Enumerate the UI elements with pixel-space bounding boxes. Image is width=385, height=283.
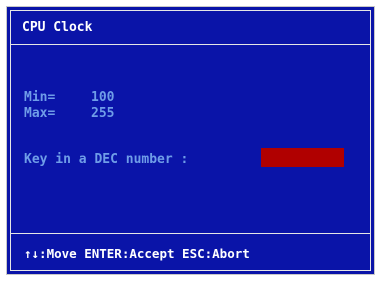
max-label: Max= <box>24 106 56 121</box>
min-value: 100 <box>91 90 115 105</box>
dec-number-prompt: Key in a DEC number : <box>24 152 189 167</box>
cpu-clock-dialog: CPU Clock Min= 100 Max= 255 Key in a DEC… <box>6 6 375 275</box>
dec-number-input[interactable] <box>261 148 344 167</box>
min-label: Min= <box>24 90 56 105</box>
dialog-title: CPU Clock <box>22 20 93 35</box>
title-divider <box>11 44 370 45</box>
dialog-frame: CPU Clock Min= 100 Max= 255 Key in a DEC… <box>10 10 371 271</box>
footer-divider <box>11 233 370 234</box>
key-help-footer: ↑↓:Move ENTER:Accept ESC:Abort <box>24 246 250 261</box>
max-value: 255 <box>91 106 115 121</box>
